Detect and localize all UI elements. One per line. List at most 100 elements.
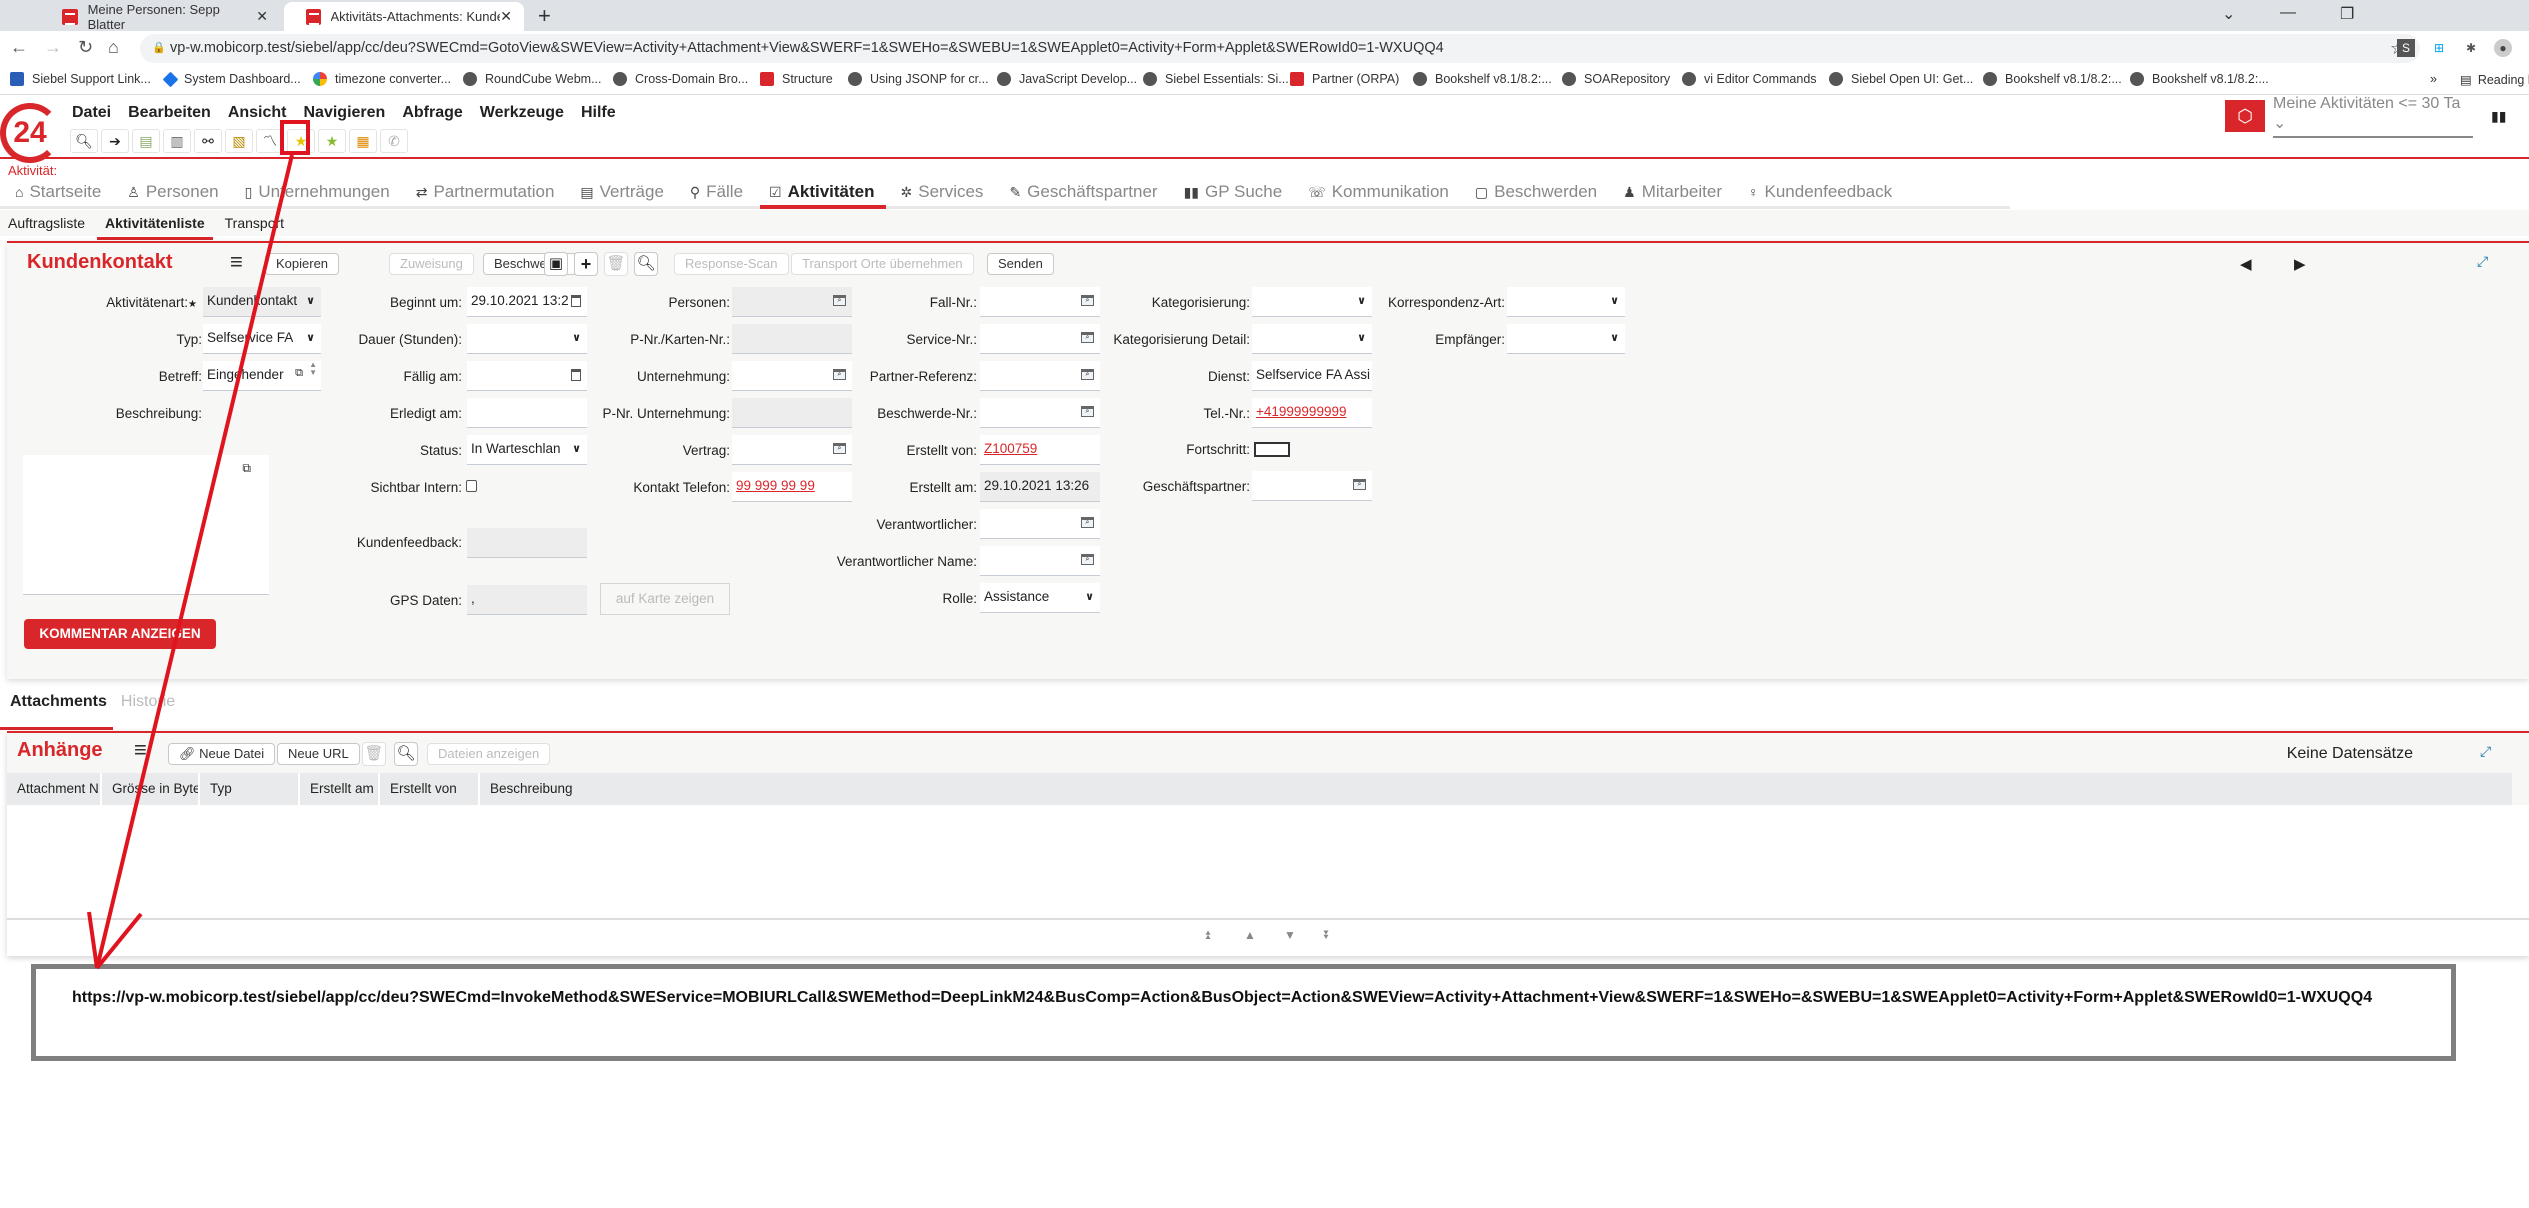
betreff-field[interactable]: Eingehender ⧉ ▲ ▼ bbox=[203, 361, 321, 391]
tab-services[interactable]: ✲ Services bbox=[886, 179, 995, 206]
close-tab-icon[interactable]: ✕ bbox=[256, 8, 268, 25]
column-header-erstellt-von[interactable]: Erstellt von bbox=[380, 773, 480, 805]
tab-faelle[interactable]: ⚲ Fälle bbox=[675, 179, 754, 206]
auf-karte-zeigen-button[interactable]: auf Karte zeigen bbox=[600, 583, 730, 615]
bookmark-item[interactable]: RoundCube Webm... bbox=[463, 72, 602, 86]
query-icon[interactable]: 🔍︎ bbox=[394, 742, 418, 766]
popup-icon[interactable]: ⧉ bbox=[242, 461, 251, 476]
bookmark-item[interactable]: Partner (ORPA) bbox=[1290, 72, 1399, 86]
verantwortlicher-name-field[interactable]: ⌕ bbox=[980, 546, 1100, 576]
bookmark-item[interactable]: timezone converter... bbox=[313, 72, 451, 86]
save-report-icon[interactable]: ▥ bbox=[163, 129, 191, 153]
search-icon[interactable]: 🔍︎ bbox=[70, 129, 98, 153]
expand-icon[interactable]: ⤢ bbox=[2477, 253, 2488, 270]
query-icon[interactable]: 🔍︎ bbox=[634, 252, 658, 276]
previous-record-icon[interactable]: ◀ bbox=[2240, 255, 2252, 273]
last-record-icon[interactable]: ⏬︎ bbox=[1324, 928, 1330, 943]
popup-icon[interactable]: ⧉ bbox=[295, 361, 303, 387]
document-icon[interactable]: ▧ bbox=[225, 129, 253, 153]
menu-werkzeuge[interactable]: Werkzeuge bbox=[480, 104, 564, 122]
tab-unternehmungen[interactable]: ▯ Unternehmungen bbox=[230, 179, 401, 206]
erstellt-von-link[interactable]: Z100759 bbox=[984, 441, 1037, 456]
geschaeftspartner-field[interactable]: ⌕ bbox=[1252, 471, 1372, 501]
cube-icon[interactable]: ⬡ bbox=[2225, 100, 2265, 132]
tab-kundenfeedback[interactable]: ♀ Kundenfeedback bbox=[1733, 179, 1903, 206]
bookmark-item[interactable]: Using JSONP for cr... bbox=[848, 72, 989, 86]
extension-windows-icon[interactable]: ⊞ bbox=[2430, 39, 2448, 57]
sichtbar-intern-checkbox[interactable] bbox=[466, 480, 477, 492]
url-input[interactable]: 🔒 vp-w.mobicorp.test/siebel/app/cc/deu?S… bbox=[140, 34, 2420, 63]
bookmark-item[interactable]: Siebel Open UI: Get... bbox=[1829, 72, 1973, 86]
kontakt-telefon-link[interactable]: 99 999 99 99 bbox=[736, 478, 815, 493]
bookmark-item[interactable]: Bookshelf v8.1/8.2:... bbox=[1983, 72, 2122, 86]
add-favorite-icon[interactable]: ★ bbox=[318, 129, 346, 153]
delete-icon[interactable]: 🗑︎ bbox=[604, 252, 628, 276]
bookmark-item[interactable]: Bookshelf v8.1/8.2:... bbox=[1413, 72, 1552, 86]
applet-menu-icon[interactable]: ≡ bbox=[230, 249, 243, 275]
go-icon[interactable]: ➔ bbox=[101, 129, 129, 153]
column-header-typ[interactable]: Typ bbox=[200, 773, 300, 805]
restore-icon[interactable]: ❐ bbox=[2340, 4, 2354, 24]
bookmark-item[interactable]: Cross-Domain Bro... bbox=[613, 72, 748, 86]
senden-button[interactable]: Senden bbox=[987, 253, 1054, 275]
pick-icon[interactable]: ⌕ bbox=[1081, 517, 1094, 528]
column-header-attachment-name[interactable]: Attachment N bbox=[7, 773, 102, 805]
bookmark-item[interactable]: vi Editor Commands bbox=[1682, 72, 1817, 86]
tab-personen[interactable]: ♙ Personen bbox=[112, 179, 229, 206]
extension-s-icon[interactable]: S bbox=[2397, 39, 2415, 57]
tab-mitarbeiter[interactable]: ♟ Mitarbeiter bbox=[1608, 179, 1733, 206]
view-tab-auftragsliste[interactable]: Auftragsliste bbox=[8, 210, 85, 236]
new-record-icon[interactable]: + bbox=[574, 252, 598, 276]
tel-nr-link[interactable]: +41999999999 bbox=[1256, 404, 1346, 419]
save-icon[interactable]: ▣ bbox=[544, 252, 568, 276]
aktivitaetenart-select[interactable]: Kundenkontakt ∨ bbox=[203, 287, 321, 317]
phone-icon[interactable]: ✆ bbox=[380, 129, 408, 153]
saved-query-select[interactable]: Meine Aktivitäten <= 30 Ta ⌄ bbox=[2273, 95, 2473, 138]
tab-historie[interactable]: Historie bbox=[121, 693, 175, 721]
next-record-icon[interactable]: ▼ bbox=[1284, 928, 1296, 942]
extensions-puzzle-icon[interactable]: ✱ bbox=[2462, 39, 2480, 57]
kommentar-anzeigen-button[interactable]: KOMMENTAR ANZEIGEN bbox=[24, 619, 216, 649]
transport-orte-button[interactable]: Transport Orte übernehmen bbox=[791, 253, 974, 275]
dateien-anzeigen-button[interactable]: Dateien anzeigen bbox=[427, 743, 551, 765]
profile-avatar-icon[interactable]: ● bbox=[2494, 39, 2512, 57]
rolle-select[interactable]: Assistance ∨ bbox=[980, 583, 1100, 613]
tab-search-icon[interactable]: ⌄ bbox=[2222, 4, 2235, 24]
kopieren-button[interactable]: Kopieren bbox=[265, 253, 340, 275]
expand-icon[interactable]: ⤢ bbox=[2480, 743, 2491, 760]
menu-navigieren[interactable]: Navigieren bbox=[304, 104, 386, 122]
home-icon[interactable]: ⌂ bbox=[108, 37, 119, 58]
menu-bearbeiten[interactable]: Bearbeiten bbox=[128, 104, 211, 122]
dienst-field[interactable]: Selfservice FA Assi bbox=[1252, 361, 1372, 391]
previous-record-icon[interactable]: ▲ bbox=[1244, 928, 1256, 942]
tab-gp-suche[interactable]: ▮▮ GP Suche bbox=[1169, 179, 1294, 206]
korrespondenz-art-select[interactable]: ∨ bbox=[1507, 287, 1625, 317]
bookmark-item[interactable]: JavaScript Develop... bbox=[997, 72, 1137, 86]
response-scan-button[interactable]: Response-Scan bbox=[674, 253, 789, 275]
typ-select[interactable]: Selfservice FA ∨ bbox=[203, 324, 321, 354]
tab-vertraege[interactable]: ▤ Verträge bbox=[565, 179, 675, 206]
verantwortlicher-field[interactable]: ⌕ bbox=[980, 509, 1100, 539]
neue-datei-button[interactable]: 🔗︎ Neue Datei bbox=[168, 743, 276, 765]
view-tab-transport[interactable]: Transport bbox=[225, 210, 284, 236]
org-icon[interactable]: ▦ bbox=[349, 129, 377, 153]
bookmark-item[interactable]: SOARepository bbox=[1562, 72, 1670, 86]
zuweisung-button[interactable]: Zuweisung bbox=[389, 253, 474, 275]
tel-nr-field[interactable]: +41999999999 bbox=[1252, 398, 1372, 428]
minimize-icon[interactable]: — bbox=[2280, 4, 2296, 22]
gps-daten-field[interactable]: , bbox=[467, 585, 587, 615]
empfaenger-select[interactable]: ∨ bbox=[1507, 324, 1625, 354]
beschreibung-textarea[interactable]: ⧉ bbox=[23, 455, 269, 595]
tab-beschwerden[interactable]: ▢ Beschwerden bbox=[1460, 179, 1608, 206]
clipboard-check-icon[interactable]: ▤ bbox=[132, 129, 160, 153]
reload-icon[interactable]: ↻ bbox=[78, 37, 93, 58]
bookmarks-overflow-button[interactable]: » bbox=[2430, 72, 2437, 86]
column-header-beschreibung[interactable]: Beschreibung bbox=[480, 773, 780, 805]
view-tab-aktivitaetenliste[interactable]: Aktivitätenliste bbox=[97, 210, 213, 240]
bookmark-item[interactable]: Structure bbox=[760, 72, 833, 86]
pick-icon[interactable]: ⌕ bbox=[1353, 479, 1366, 490]
tab-aktivitaeten[interactable]: ☑ Aktivitäten bbox=[754, 179, 887, 209]
next-record-icon[interactable]: ▶ bbox=[2294, 255, 2306, 273]
binoculars-icon[interactable]: ▮▮ bbox=[2491, 108, 2506, 125]
forward-icon[interactable]: → bbox=[44, 37, 62, 58]
